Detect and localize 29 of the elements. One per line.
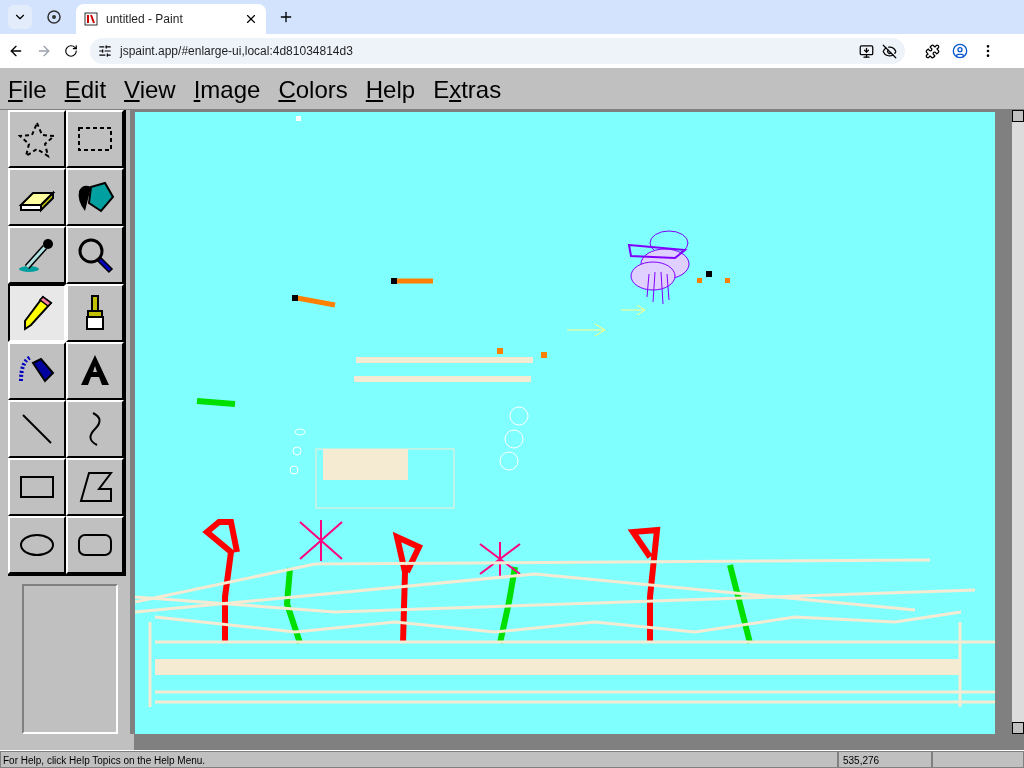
cursor-position: 535,276 <box>838 751 932 768</box>
tool-button[interactable] <box>8 284 66 342</box>
extensions-icon[interactable] <box>925 43 940 59</box>
tab-title: untitled - Paint <box>106 11 184 28</box>
tab-list-button[interactable] <box>8 5 32 29</box>
profile-icon[interactable] <box>952 43 968 59</box>
menu-item[interactable]: View <box>124 77 176 102</box>
status-help-text: For Help, click Help Topics on the Help Menu. <box>0 751 838 768</box>
scroll-up-icon[interactable] <box>1012 110 1024 122</box>
menu-item[interactable]: Edit <box>64 77 107 102</box>
vertical-scrollbar[interactable] <box>1012 110 1024 734</box>
horizontal-scrollbar[interactable] <box>134 734 1024 750</box>
menu-item[interactable]: Extras <box>433 77 502 102</box>
site-settings-icon[interactable] <box>98 44 112 58</box>
scroll-down-icon[interactable] <box>1012 722 1024 734</box>
close-icon[interactable] <box>244 12 258 26</box>
reload-icon[interactable] <box>64 44 78 58</box>
menu-item[interactable]: File <box>8 77 47 102</box>
url-text: jspaint.app/#enlarge-ui,local:4d81034814d3 <box>120 43 354 60</box>
browser-tab[interactable]: untitled - Paint <box>76 4 266 34</box>
menu-item[interactable]: Image <box>193 77 261 102</box>
eye-off-icon[interactable] <box>882 43 897 59</box>
new-tab-icon[interactable] <box>278 9 294 25</box>
back-icon[interactable] <box>8 43 24 59</box>
address-bar[interactable]: jspaint.app/#enlarge-ui,local:4d81034814d3 <box>90 38 905 64</box>
paint-favicon <box>84 12 98 26</box>
menu-item[interactable]: Colors <box>278 77 348 102</box>
menu-item[interactable]: Help <box>365 77 416 102</box>
install-icon[interactable] <box>859 43 874 59</box>
